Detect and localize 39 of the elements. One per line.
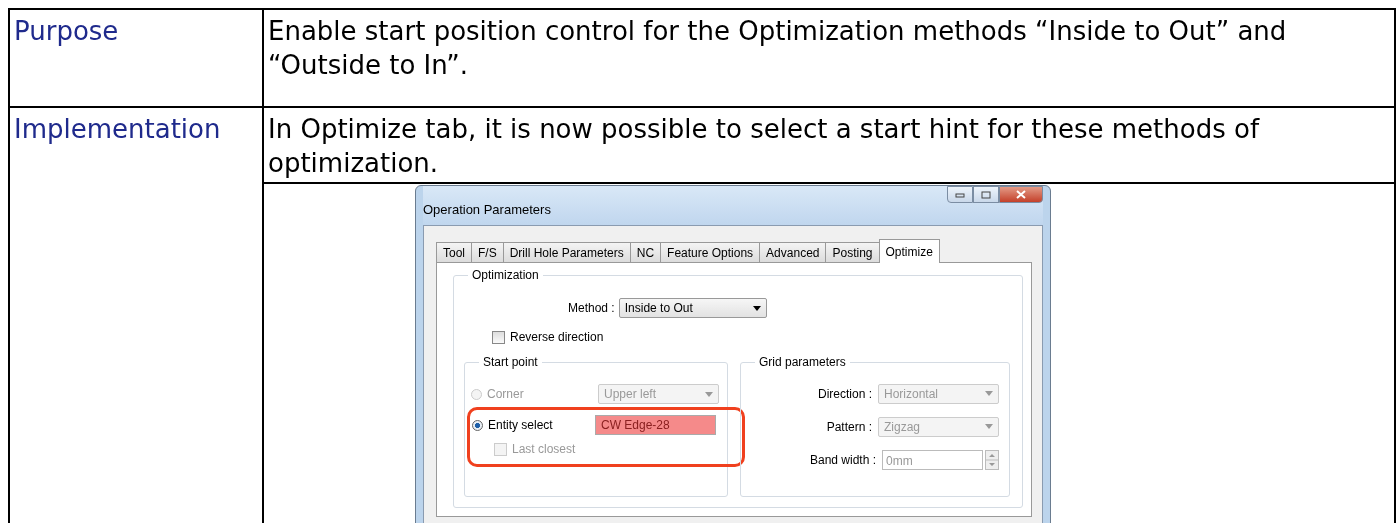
field-label: Method : bbox=[568, 301, 615, 315]
field-label: Direction : bbox=[817, 386, 872, 401]
radio-label: Entity select bbox=[488, 418, 553, 432]
tab[interactable]: NC bbox=[629, 242, 662, 262]
row-label: Implementation bbox=[14, 113, 221, 146]
maximize-button[interactable] bbox=[973, 186, 999, 203]
field-label: Band width : bbox=[809, 452, 876, 467]
tab[interactable]: F/S bbox=[471, 242, 504, 262]
group-label: Start point bbox=[479, 355, 542, 369]
spinner-icon[interactable] bbox=[985, 449, 999, 470]
group-label: Grid parameters bbox=[755, 355, 850, 369]
radio-button[interactable] bbox=[472, 419, 483, 431]
tab[interactable]: Tool bbox=[436, 242, 472, 262]
caret-icon bbox=[705, 391, 713, 397]
row-label: Purpose bbox=[14, 15, 119, 48]
group-label: Optimization bbox=[468, 268, 543, 282]
maximize-icon bbox=[981, 190, 991, 199]
tab[interactable]: Advanced bbox=[759, 242, 827, 262]
checkbox-label: Reverse direction bbox=[510, 330, 604, 344]
tab[interactable]: Posting bbox=[825, 242, 880, 262]
description-text: In Optimize tab, it is now possible to select a start hint for these methods of optimization. bbox=[268, 113, 1261, 180]
caret-icon bbox=[985, 391, 993, 396]
tab[interactable]: Feature Options bbox=[660, 242, 761, 262]
caret-icon bbox=[985, 424, 993, 429]
entity-field[interactable]: CW Edge-28 bbox=[595, 415, 716, 435]
method-dropdown[interactable]: Inside to Out bbox=[618, 298, 767, 318]
minimize-button[interactable] bbox=[947, 186, 973, 203]
field-label: Pattern : bbox=[826, 419, 872, 434]
close-button[interactable] bbox=[999, 186, 1043, 203]
window-title: Operation Parameters bbox=[423, 202, 551, 217]
tab[interactable]: Optimize bbox=[878, 239, 940, 263]
caret-icon bbox=[752, 305, 761, 311]
minimize-icon bbox=[955, 191, 965, 198]
radio-label: Corner bbox=[487, 387, 524, 401]
close-icon bbox=[1016, 190, 1026, 199]
checkbox-label: Last closest bbox=[512, 442, 576, 456]
checkbox[interactable] bbox=[492, 330, 505, 344]
description-text: Enable start position control for the Optimization methods “Inside to Out” and “Outside to In”. bbox=[268, 15, 1288, 82]
tab[interactable]: Drill Hole Parameters bbox=[502, 242, 631, 262]
